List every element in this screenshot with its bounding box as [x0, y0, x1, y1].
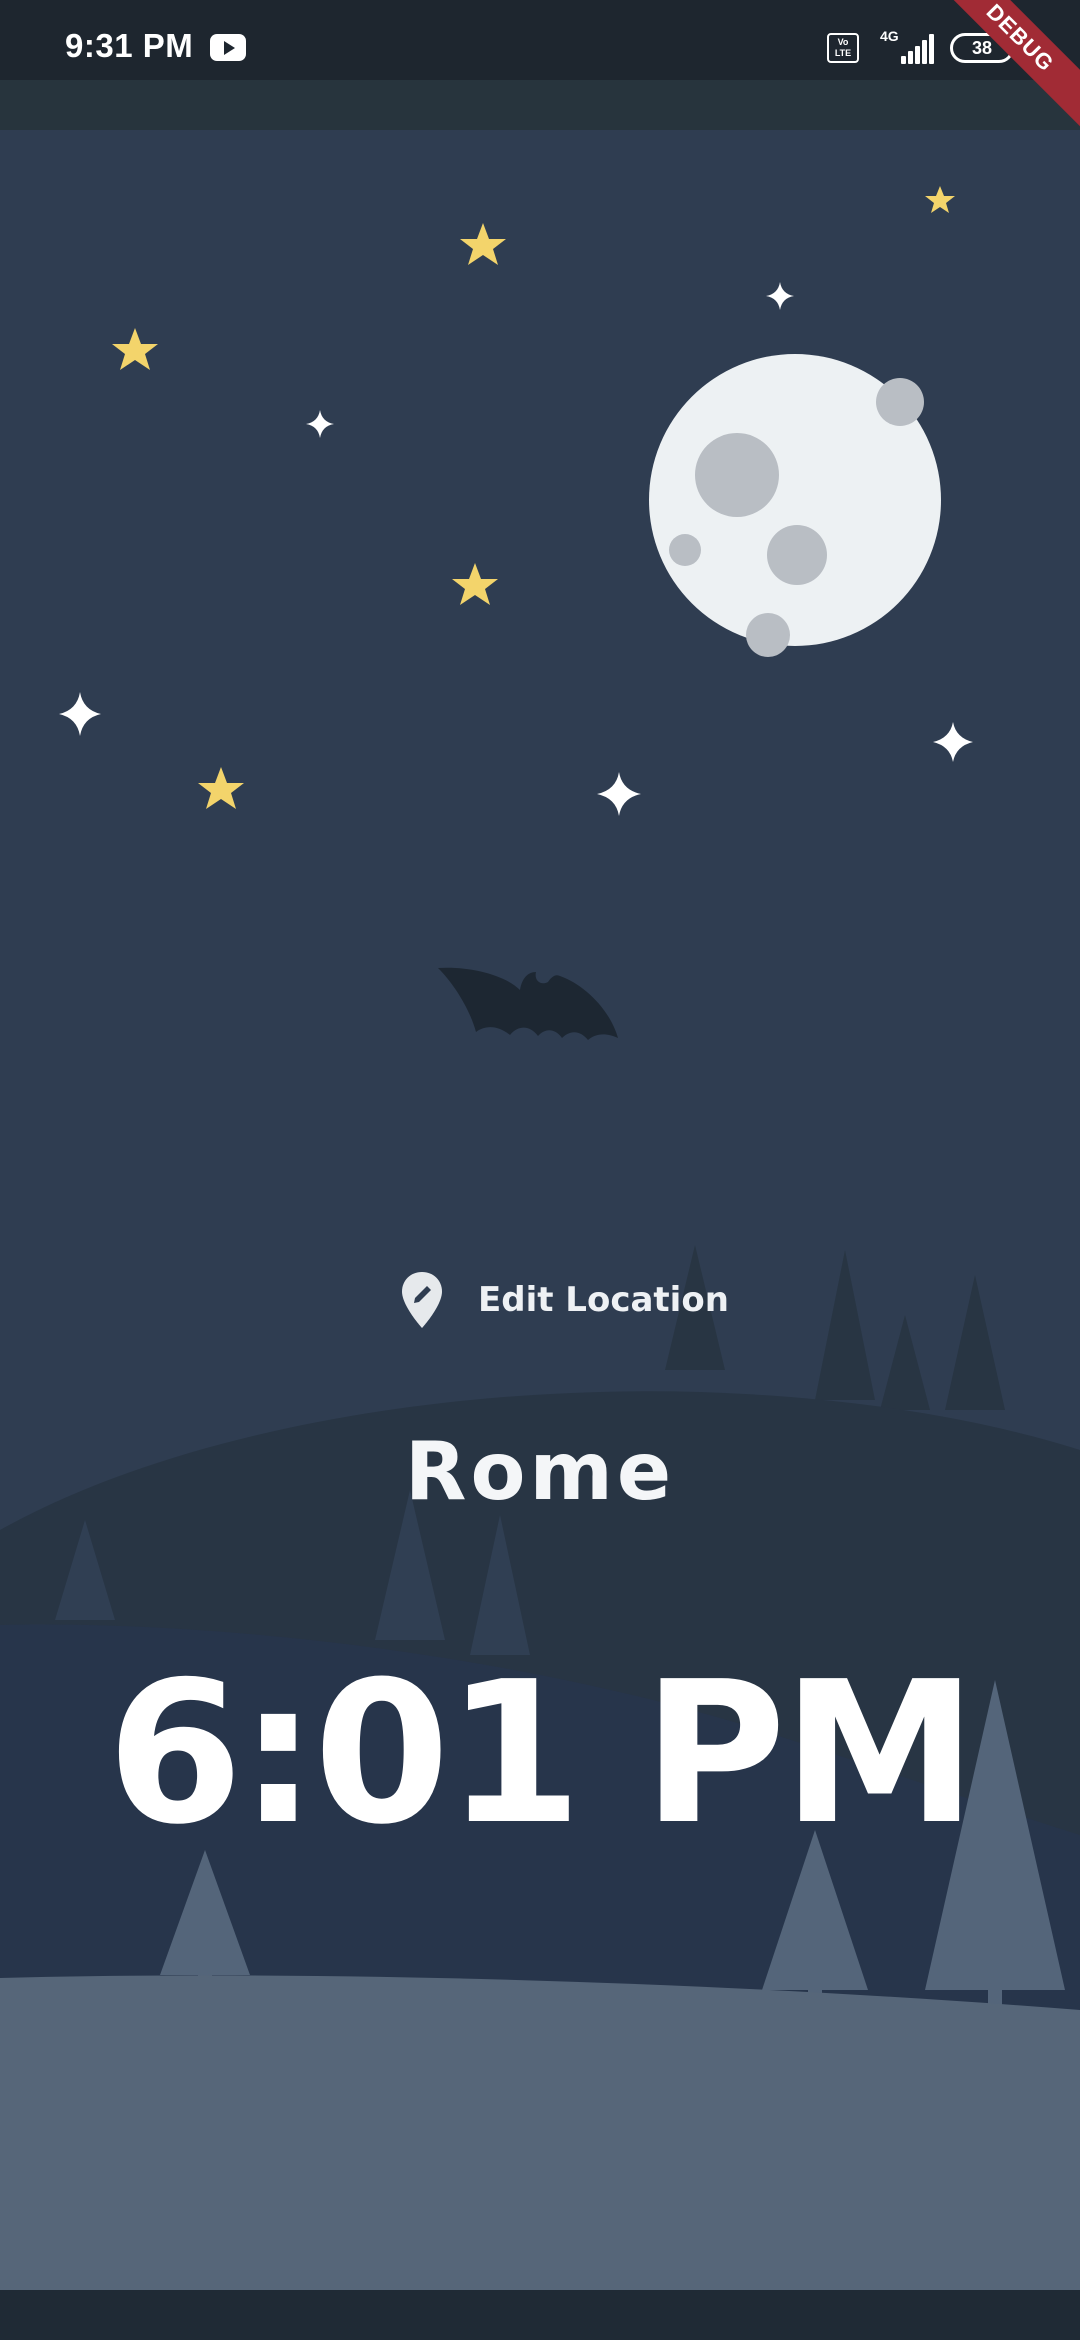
status-time: 9:31 PM	[65, 27, 194, 64]
edit-location-label: Edit Location	[478, 1280, 729, 1320]
signal-icon	[895, 32, 935, 64]
navigation-bar	[0, 2290, 1080, 2340]
volte-icon: Vo LTE	[827, 33, 859, 63]
app-bar	[0, 80, 1080, 130]
local-time: 6:01 PM	[106, 1640, 977, 1868]
ground	[0, 1975, 1080, 2290]
youtube-icon	[210, 34, 246, 61]
status-bar: 9:31 PM Vo LTE 4G 38	[0, 0, 1080, 80]
edit-location-pin-icon	[402, 1272, 442, 1328]
night-scene	[0, 130, 1080, 2290]
edit-location-button[interactable]: Edit Location	[400, 1268, 729, 1332]
city-name: Rome	[404, 1425, 676, 1518]
night-screen: 9:31 PM Vo LTE 4G 38 DEBUG Edit Location…	[0, 0, 1080, 2340]
